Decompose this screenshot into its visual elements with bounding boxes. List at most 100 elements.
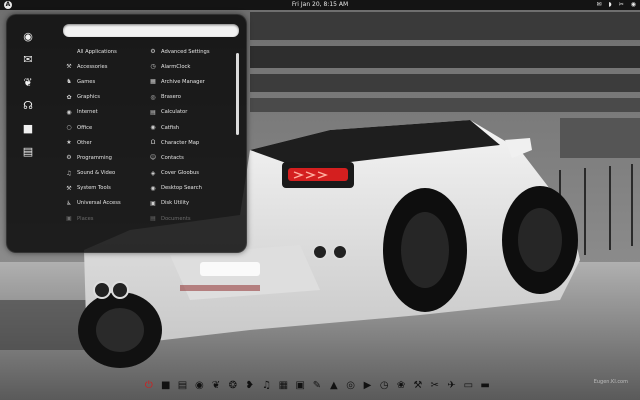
category-list: All Applications ⚒ Accessories ♞ Games ✿ Gr…: [65, 44, 147, 226]
internet-icon: ◉: [66, 108, 72, 116]
category-label: Office: [77, 124, 93, 131]
category-label: Graphics: [77, 94, 100, 101]
programming-icon: ⚙: [66, 154, 72, 162]
disk-icon: ▣: [150, 199, 156, 207]
monitor-icon[interactable]: ▭: [461, 379, 475, 393]
app-label: Archive Manager: [161, 78, 205, 85]
universal-access-icon: ♿: [66, 199, 72, 207]
watermark: Eugen.Kl.com: [593, 379, 628, 385]
app-calculator[interactable]: ▤ Calculator: [149, 105, 229, 120]
app-cover-gloobus[interactable]: ◈ Cover Gloobus: [149, 166, 229, 181]
network-icon[interactable]: ◗: [609, 0, 612, 10]
browser-icon[interactable]: ◉: [192, 379, 206, 393]
category-sound-video[interactable]: ♫ Sound & Video: [65, 166, 147, 181]
plane-icon[interactable]: ✈: [445, 379, 459, 393]
category-accessories[interactable]: ⚒ Accessories: [65, 59, 147, 74]
disc-icon[interactable]: ◎: [344, 379, 358, 393]
games-icon: ♞: [66, 78, 72, 86]
category-programming[interactable]: ⚙ Programming: [65, 150, 147, 165]
mail-icon[interactable]: ✉: [21, 53, 35, 67]
category-graphics[interactable]: ✿ Graphics: [65, 90, 147, 105]
category-label: Universal Access: [77, 200, 121, 207]
power-menu-icon[interactable]: ◉: [631, 0, 636, 10]
clock[interactable]: Fri Jan 20, 8:15 AM: [0, 0, 640, 10]
documents-icon[interactable]: ▤: [21, 145, 35, 159]
star-icon: ★: [66, 139, 72, 147]
pidgin-icon[interactable]: ❦: [21, 76, 35, 90]
terminal-icon[interactable]: ■: [21, 122, 35, 136]
volume-icon[interactable]: ✂: [619, 0, 624, 10]
player-icon[interactable]: ▶: [361, 379, 375, 393]
vlc-icon[interactable]: ▲: [327, 379, 341, 393]
disc-burner-icon: ◎: [150, 93, 156, 101]
category-games[interactable]: ♞ Games: [65, 74, 147, 89]
accessories-icon: ⚒: [66, 63, 72, 71]
category-label: All Applications: [77, 48, 117, 55]
app-list-scrollbar[interactable]: [236, 53, 239, 135]
app-catfish[interactable]: ◉ Catfish: [149, 120, 229, 135]
power-icon[interactable]: ⏻: [142, 379, 156, 393]
mail-indicator-icon[interactable]: ✉: [597, 0, 602, 10]
app-label: Documents: [161, 215, 191, 222]
category-office[interactable]: ○ Office: [65, 120, 147, 135]
app-character-map[interactable]: Ω Character Map: [149, 135, 229, 150]
app-label: Catfish: [161, 124, 180, 131]
clock-icon[interactable]: ◷: [377, 379, 391, 393]
app-documents[interactable]: ▤ Documents: [149, 211, 229, 226]
favorites-sidebar: ◉ ✉ ❦ ☊ ■ ▤: [21, 30, 41, 168]
search-input[interactable]: [63, 24, 239, 37]
app-advanced-settings[interactable]: ⚙ Advanced Settings: [149, 44, 229, 59]
cover-gloobus-icon: ◈: [150, 169, 156, 177]
application-menu: ◉ ✉ ❦ ☊ ■ ▤ All Applications ⚒ Accessorie…: [6, 14, 247, 253]
category-label: Sound & Video: [77, 170, 116, 177]
category-internet[interactable]: ◉ Internet: [65, 105, 147, 120]
app-label: Contacts: [161, 154, 184, 161]
app-brasero[interactable]: ◎ Brasero: [149, 90, 229, 105]
trash-icon[interactable]: ▬: [478, 379, 492, 393]
bird-icon[interactable]: ❦: [209, 379, 223, 393]
headphones-icon[interactable]: ☊: [21, 99, 35, 113]
category-label: Places: [77, 215, 94, 222]
app-desktop-search[interactable]: ◉ Desktop Search: [149, 181, 229, 196]
category-label: Accessories: [77, 63, 108, 70]
dock: ⏻ ■ ▤ ◉ ❦ ❂ ❥ ♫ ▦ ▣ ✎ ▲ ◎ ▶ ◷ ❀ ⚒ ✂ ✈ ▭ ▬: [142, 376, 492, 396]
category-label: System Tools: [77, 185, 111, 192]
firefox-icon[interactable]: ❂: [226, 379, 240, 393]
app-disk-utility[interactable]: ▣ Disk Utility: [149, 196, 229, 211]
settings-icon[interactable]: ✂: [428, 379, 442, 393]
category-universal-access[interactable]: ♿ Universal Access: [65, 196, 147, 211]
toolbox-icon[interactable]: ▣: [293, 379, 307, 393]
category-other[interactable]: ★ Other: [65, 135, 147, 150]
app-contacts[interactable]: ☺ Contacts: [149, 150, 229, 165]
calculator-icon[interactable]: ▦: [276, 379, 290, 393]
sound-video-icon: ♫: [66, 169, 72, 177]
office-icon: ○: [66, 124, 72, 132]
app-label: AlarmClock: [161, 63, 191, 70]
settings-icon: ⚙: [150, 48, 156, 56]
graphics-icon: ✿: [66, 93, 72, 101]
documents-icon: ▤: [150, 215, 156, 223]
top-panel: A Fri Jan 20, 8:15 AM ✉ ◗ ✂ ◉: [0, 0, 640, 10]
category-label: Programming: [77, 154, 112, 161]
system-tray: ✉ ◗ ✂ ◉: [597, 0, 636, 10]
files-icon[interactable]: ▤: [176, 379, 190, 393]
app-alarmclock[interactable]: ◷ AlarmClock: [149, 59, 229, 74]
gnome-icon[interactable]: ❀: [394, 379, 408, 393]
app-archive-manager[interactable]: ▦ Archive Manager: [149, 74, 229, 89]
chat-icon[interactable]: ❥: [243, 379, 257, 393]
places-icon: ▣: [66, 215, 72, 223]
category-places[interactable]: ▣ Places: [65, 211, 147, 226]
calculator-icon: ▤: [150, 108, 156, 116]
pen-icon[interactable]: ✎: [310, 379, 324, 393]
app-label: Cover Gloobus: [161, 170, 199, 177]
tools-icon[interactable]: ⚒: [411, 379, 425, 393]
category-all-applications[interactable]: All Applications: [65, 44, 147, 59]
category-label: Other: [77, 139, 92, 146]
category-system-tools[interactable]: ⚒ System Tools: [65, 181, 147, 196]
globe-icon[interactable]: ◉: [21, 30, 35, 44]
application-list: ⚙ Advanced Settings ◷ AlarmClock ▦ Archive …: [149, 44, 229, 226]
category-label: Internet: [77, 109, 98, 116]
music-icon[interactable]: ♫: [260, 379, 274, 393]
app-label: Advanced Settings: [161, 48, 210, 55]
terminal-icon[interactable]: ■: [159, 379, 173, 393]
